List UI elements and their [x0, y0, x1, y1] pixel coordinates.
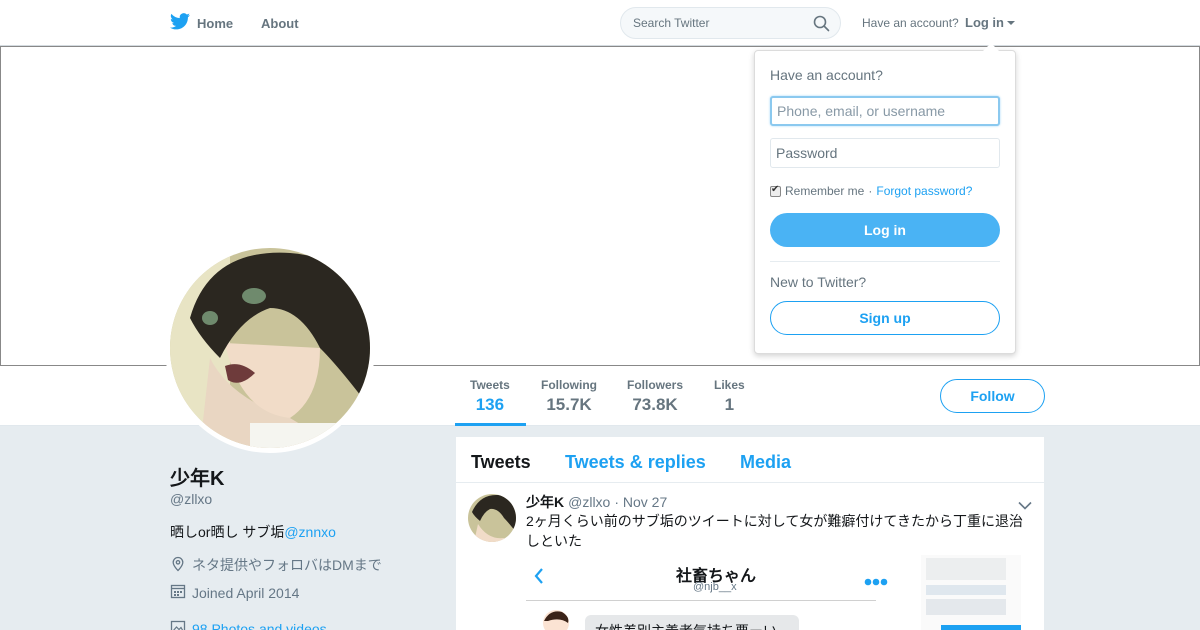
small-avatar-icon: [542, 609, 570, 630]
password-field[interactable]: [770, 138, 1000, 168]
profile-location: ネタ提供やフォロバはDMまで: [170, 555, 382, 575]
profile-joined: Joined April 2014: [170, 583, 299, 602]
search-icon[interactable]: [813, 15, 830, 37]
stat-following[interactable]: Following 15.7K: [541, 378, 597, 415]
remember-checkbox[interactable]: [770, 184, 781, 197]
stat-value: 73.8K: [632, 395, 678, 414]
profile-bio: 晒しor晒し サブ垢@znnxo: [170, 522, 336, 542]
stat-value: 15.7K: [546, 395, 592, 414]
follow-button[interactable]: Follow: [940, 379, 1045, 413]
location-pin-icon: [170, 556, 186, 575]
timeline: Tweets Tweets & replies Media 少年K @zllxo…: [456, 437, 1044, 630]
tab-tweets-replies[interactable]: Tweets & replies: [565, 452, 706, 473]
stat-label: Followers: [627, 378, 684, 392]
nav-about[interactable]: About: [261, 16, 299, 31]
stat-likes[interactable]: Likes 1: [714, 378, 745, 415]
tweet-text: 2ヶ月くらい前のサブ垢のツイートに対して女が難癖付けてきたから丁重に退治しといた: [526, 513, 1023, 549]
stat-value: 1: [724, 395, 735, 414]
caret-down-icon: [1007, 20, 1015, 25]
tweet-header: 少年K @zllxo · Nov 27: [526, 492, 667, 512]
username-field[interactable]: [770, 96, 1000, 126]
media-profile-handle: @njb__x: [693, 581, 737, 593]
image-icon: [170, 619, 186, 630]
have-account-text: Have an account?: [862, 16, 959, 30]
top-nav: Home About Search Twitter Have an accoun…: [0, 0, 1200, 46]
tweet-date[interactable]: · Nov 27: [614, 494, 667, 510]
bio-text: 晒しor晒し サブ垢: [170, 524, 285, 540]
stat-label: Likes: [714, 378, 745, 392]
twitter-bird-icon: [170, 13, 190, 33]
tab-tweets[interactable]: Tweets: [471, 452, 531, 473]
remember-row: Remember me · Forgot password?: [770, 184, 972, 198]
active-stat-indicator: [455, 423, 526, 426]
media-divider: [526, 600, 876, 601]
location-text: ネタ提供やフォロバはDMまで: [192, 557, 382, 573]
search-input[interactable]: Search Twitter: [620, 7, 841, 39]
tweet-avatar[interactable]: [468, 494, 516, 542]
more-dots-icon: [864, 573, 888, 591]
dropdown-title: Have an account?: [770, 67, 883, 83]
back-chevron-icon: [534, 567, 544, 590]
remember-label[interactable]: Remember me: [785, 184, 864, 198]
login-button[interactable]: Log in: [770, 213, 1000, 247]
avatar-image: [170, 248, 370, 448]
tab-media[interactable]: Media: [740, 452, 791, 473]
timeline-tabs: Tweets Tweets & replies Media: [456, 437, 1044, 483]
profile-photos-link[interactable]: 98 Photos and videos: [170, 619, 327, 630]
bio-mention-link[interactable]: @znnxo: [284, 524, 336, 540]
media-bubble-text: 女性差別主義者気持ち悪ーい: [595, 621, 777, 630]
joined-text: Joined April 2014: [192, 584, 300, 601]
media-chat-bubble: 女性差別主義者気持ち悪ーい: [585, 615, 799, 630]
tweet-media[interactable]: 社畜ちゃん @njb__x 女性差別主義者気持ち悪ーい: [526, 555, 1031, 630]
remember-separator: ·: [868, 184, 873, 198]
nav-home[interactable]: Home: [170, 13, 233, 33]
profile-avatar[interactable]: [165, 243, 375, 453]
stat-value: 136: [475, 395, 505, 414]
stat-followers[interactable]: Followers 73.8K: [627, 378, 683, 415]
tweet-author-handle[interactable]: @zllxo: [568, 494, 610, 510]
calendar-icon: [170, 583, 186, 602]
login-menu-toggle[interactable]: Log in: [965, 15, 1015, 30]
stat-label: Tweets: [470, 378, 510, 392]
login-dropdown: Have an account? Remember me · Forgot pa…: [754, 43, 1016, 354]
nav-home-label: Home: [197, 15, 234, 31]
media-side-thumbnail: [921, 555, 1021, 630]
stat-tweets[interactable]: Tweets 136: [470, 378, 510, 415]
forgot-password-link[interactable]: Forgot password?: [876, 184, 972, 198]
profile-name[interactable]: 少年K: [170, 462, 224, 491]
dropdown-divider: [770, 261, 1000, 262]
login-menu-label: Log in: [965, 15, 1004, 30]
profile-handle[interactable]: @zllxo: [170, 491, 212, 507]
search-placeholder: Search Twitter: [633, 16, 710, 30]
signup-button[interactable]: Sign up: [770, 301, 1000, 335]
photos-text: 98 Photos and videos: [192, 620, 327, 630]
new-to-twitter-text: New to Twitter?: [770, 274, 867, 290]
stat-label: Following: [541, 378, 597, 392]
tweet-author-name[interactable]: 少年K: [526, 492, 564, 512]
